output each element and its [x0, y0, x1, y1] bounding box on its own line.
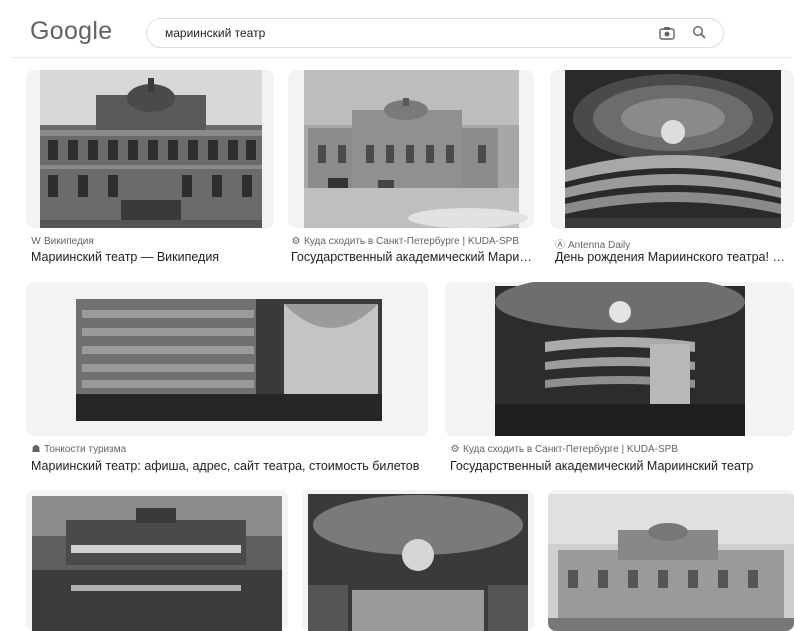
result-source-1[interactable]: W Википедия: [31, 236, 271, 247]
camera-icon[interactable]: [659, 26, 675, 40]
result-title-2[interactable]: Государственный академический Марии...: [291, 250, 536, 264]
image-result-7[interactable]: [302, 490, 534, 631]
header-divider: [12, 57, 792, 58]
theatre-night-image: [26, 490, 288, 631]
result-source-5[interactable]: ⚙ Куда сходить в Санкт-Петербурге | KUDA-…: [450, 444, 790, 455]
image-result-3[interactable]: [550, 70, 794, 228]
search-query[interactable]: мариинский театр: [165, 26, 265, 40]
kuda-spb-icon: ⚙: [291, 236, 301, 247]
wikipedia-icon: W: [31, 236, 41, 247]
result-title-1[interactable]: Мариинский театр — Википедия: [31, 250, 271, 264]
antenna-daily-icon: Ⓐ: [555, 240, 565, 251]
result-title-4[interactable]: Мариинский театр: афиша, адрес, сайт теа…: [31, 459, 426, 473]
image-result-1[interactable]: [26, 70, 274, 228]
image-result-8[interactable]: [548, 490, 794, 631]
result-source-2[interactable]: ⚙ Куда сходить в Санкт-Петербурге | KUDA-…: [291, 236, 536, 247]
result-title-5[interactable]: Государственный академический Мариинский…: [450, 459, 790, 473]
kuda-spb-icon: ⚙: [450, 444, 460, 455]
google-logo[interactable]: Google: [30, 17, 112, 46]
result-source-3[interactable]: Ⓐ Antenna Daily: [555, 236, 790, 251]
image-result-5[interactable]: [445, 282, 794, 436]
search-header: Google мариинский театр: [0, 0, 794, 60]
result-title-3[interactable]: День рождения Мариинского театра! Ма...: [555, 250, 791, 264]
theatre-hall-image: [445, 282, 794, 436]
search-icon[interactable]: [692, 25, 707, 40]
image-result-2[interactable]: [288, 70, 534, 228]
image-result-4[interactable]: [26, 282, 428, 436]
theatre-day-image: [548, 490, 794, 631]
theatre-chandelier-image: [302, 490, 534, 631]
search-input[interactable]: мариинский театр: [146, 18, 724, 48]
result-source-4[interactable]: ☗ Тонкости туризма: [31, 444, 421, 455]
theatre-stage-image: [26, 282, 428, 436]
theatre-auditorium-image: [550, 70, 794, 228]
tourism-icon: ☗: [31, 444, 41, 455]
theatre-street-image: [288, 70, 534, 228]
image-result-6[interactable]: [26, 490, 288, 631]
theatre-facade-image: [26, 70, 274, 228]
